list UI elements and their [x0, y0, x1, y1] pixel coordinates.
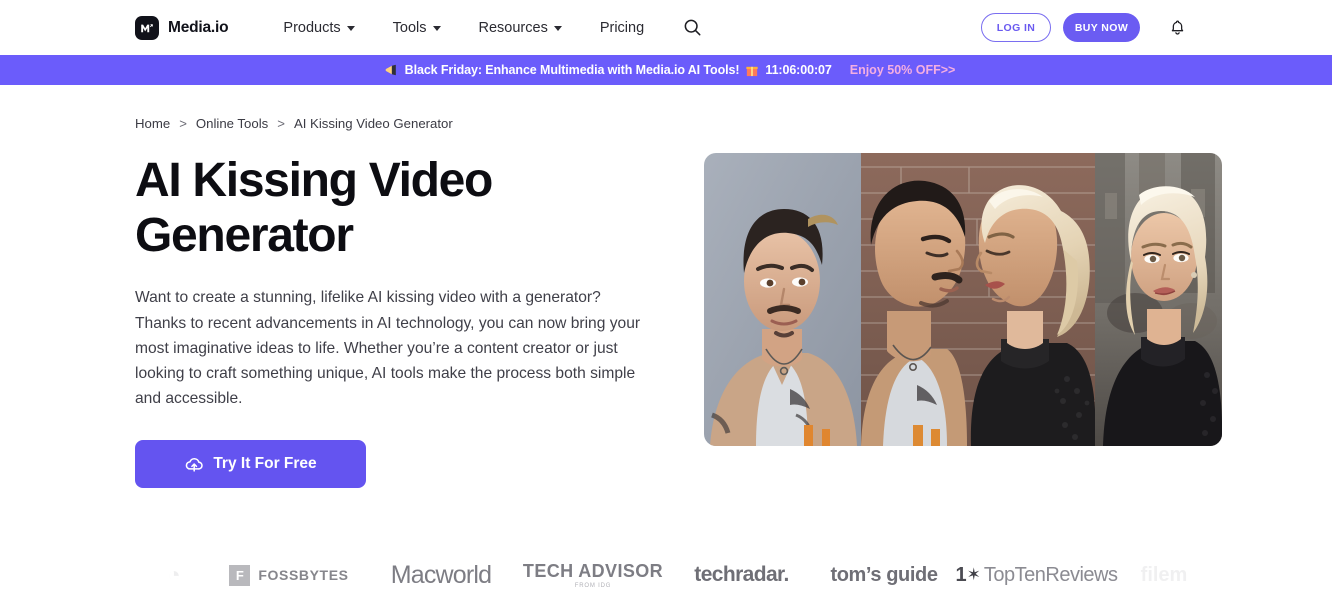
search-button[interactable] [679, 14, 706, 41]
megaphone-icon [385, 64, 396, 76]
toptenreviews-logo: 1 ✶ TopTenReviews [954, 564, 1119, 587]
collage-panel-man-portrait [704, 153, 861, 446]
cta-label: Try It For Free [213, 454, 317, 472]
main-nav: Products Tools Resources Pricing [264, 14, 706, 42]
cloud-upload-icon [186, 457, 204, 472]
chevron-down-icon [553, 26, 562, 31]
hero-text-column: AI Kissing Video Generator Want to creat… [135, 153, 665, 488]
toms-guide-logo: tom’s guide [814, 564, 954, 587]
fossbytes-logo: F FOSSBYTES [213, 564, 365, 586]
fossbytes-mark-icon: F [229, 564, 251, 586]
tech-advisor-logo-subtext: FROM IDG [574, 583, 612, 589]
techradar-logo: techradar. [669, 563, 814, 587]
buy-now-button[interactable]: BUY NOW [1063, 13, 1140, 42]
breadcrumb-separator: > [179, 116, 187, 131]
breadcrumb: Home > Online Tools > AI Kissing Video G… [135, 116, 1332, 131]
media-io-logo-icon [135, 15, 159, 40]
breadcrumb-item-current: AI Kissing Video Generator [293, 116, 453, 131]
header-actions: LOG IN BUY NOW [981, 0, 1332, 55]
promo-banner[interactable]: megaphone-emoji Black Friday: Enhance Mu… [0, 55, 1332, 85]
promo-countdown: 11:06:00:07 [765, 63, 832, 77]
notification-bell-icon [1171, 19, 1184, 35]
toptenreviews-number: 1 [955, 563, 967, 586]
breadcrumb-item-online-tools[interactable]: Online Tools [196, 116, 268, 131]
nav-item-resources[interactable]: Resources [460, 14, 581, 42]
notification-button[interactable] [1169, 19, 1186, 37]
nav-label: Tools [392, 19, 427, 36]
hero-section: AI Kissing Video Generator Want to creat… [0, 153, 1332, 488]
site-header: Media.io Products Tools Resources Pricin… [0, 0, 1332, 55]
nav-item-pricing[interactable]: Pricing [581, 14, 663, 42]
collage-panel-woman-portrait [1095, 153, 1222, 446]
brand-name: Media.io [168, 18, 229, 36]
macworld-logo-text: Macworld [390, 560, 492, 589]
try-it-for-free-button[interactable]: Try It For Free [135, 439, 366, 488]
techradar-logo-text: techradar. [694, 563, 789, 586]
breadcrumb-separator: > [277, 116, 285, 131]
chevron-down-icon [432, 26, 441, 31]
gift-icon [746, 66, 759, 76]
edge-left-logo-text: ◔ [167, 562, 181, 587]
login-button[interactable]: LOG IN [981, 13, 1051, 42]
page-title: AI Kissing Video Generator [135, 154, 493, 263]
toms-guide-logo-text: tom’s guide [830, 563, 938, 586]
breadcrumb-item-home[interactable]: Home [135, 116, 170, 131]
collage-panel-couple-kissing [861, 153, 1095, 446]
nav-label: Resources [478, 19, 548, 36]
nav-label: Pricing [599, 19, 645, 36]
nav-item-tools[interactable]: Tools [374, 14, 460, 42]
edge-left-logo: ◔ [135, 562, 213, 588]
chevron-down-icon [346, 26, 355, 31]
tech-advisor-logo: TECH ADVISOR FROM IDG [517, 561, 669, 589]
nav-label: Products [283, 19, 341, 36]
brand-logo[interactable]: Media.io [135, 15, 229, 40]
edge-right-logo: filem [1119, 564, 1209, 587]
toptenreviews-logo-text: TopTenReviews [983, 563, 1118, 586]
hero-description: Want to create a stunning, lifelike AI k… [135, 289, 641, 408]
macworld-logo: Macworld [365, 561, 517, 590]
edge-right-logo-text: filem [1140, 563, 1188, 586]
nav-item-products[interactable]: Products [264, 14, 373, 42]
tech-advisor-logo-text: TECH ADVISOR [522, 561, 664, 581]
promo-text: Black Friday: Enhance Multimedia with Me… [404, 63, 740, 77]
press-logo-bar: ◔ F FOSSBYTES Macworld TECH ADVISOR FROM… [0, 545, 1332, 605]
hero-image-collage [704, 153, 1222, 446]
promo-cta-link[interactable]: Enjoy 50% OFF>> [850, 63, 956, 77]
star-icon: ✶ [966, 565, 981, 584]
fossbytes-logo-text: FOSSBYTES [258, 567, 349, 583]
search-icon [684, 19, 701, 36]
